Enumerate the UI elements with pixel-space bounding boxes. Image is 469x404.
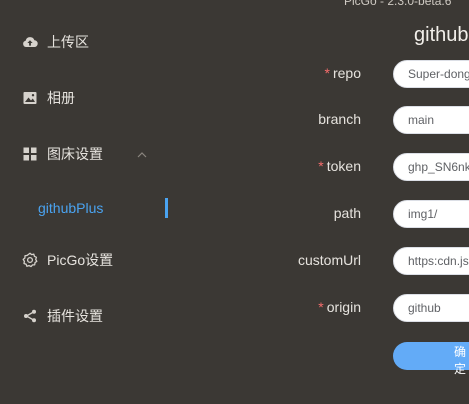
sidebar-item-label: PicGo设置 bbox=[47, 252, 114, 268]
share-icon bbox=[22, 308, 38, 324]
field-label: path bbox=[333, 205, 361, 221]
image-icon bbox=[22, 90, 38, 106]
origin-field[interactable] bbox=[393, 294, 469, 322]
sidebar-item-label: 上传区 bbox=[47, 34, 89, 50]
picgo-window: PicGo - 2.3.0-beta.6 上传区 相册 图床设置 githubP… bbox=[0, 0, 469, 404]
confirm-button[interactable]: 确定 bbox=[393, 342, 469, 376]
version-label: PicGo - 2.3.0-beta.6 bbox=[344, 0, 452, 8]
branch-field[interactable] bbox=[393, 106, 469, 134]
sidebar-item-label: 相册 bbox=[47, 90, 75, 106]
field-label: * repo bbox=[324, 65, 361, 81]
required-mark: * bbox=[318, 158, 324, 174]
sidebar-item-plugin-settings[interactable]: 插件设置 bbox=[0, 301, 180, 331]
chevron-up-icon[interactable] bbox=[136, 148, 148, 160]
customurl-field[interactable] bbox=[393, 247, 469, 275]
sidebar-item-picbed-settings[interactable]: 图床设置 bbox=[0, 139, 180, 169]
field-label: customUrl bbox=[297, 252, 361, 268]
required-mark: * bbox=[324, 65, 330, 81]
field-label: branch bbox=[318, 111, 361, 127]
sidebar-subitem-githubplus[interactable]: githubPlus bbox=[0, 193, 180, 223]
field-label: * origin bbox=[318, 299, 361, 315]
form-row-origin: * origin bbox=[180, 293, 469, 323]
path-field[interactable] bbox=[393, 200, 469, 228]
form-row-branch: branch bbox=[180, 105, 469, 135]
sidebar-item-label: 图床设置 bbox=[47, 146, 103, 162]
field-label: * token bbox=[318, 158, 361, 174]
active-indicator bbox=[165, 198, 168, 218]
gear-icon bbox=[22, 252, 38, 268]
page-title: githubPlus bbox=[414, 24, 469, 46]
form-row-customurl: customUrl bbox=[180, 246, 469, 276]
sidebar-item-label: 插件设置 bbox=[47, 308, 103, 324]
token-field[interactable] bbox=[393, 153, 469, 181]
sidebar-item-gallery[interactable]: 相册 bbox=[0, 83, 180, 113]
repo-field[interactable] bbox=[393, 60, 469, 88]
grid-icon bbox=[22, 146, 38, 162]
sidebar-item-upload[interactable]: 上传区 bbox=[0, 27, 180, 57]
form-row-path: path bbox=[180, 199, 469, 229]
sidebar: 上传区 相册 图床设置 githubPlus PicGo设置 插件设置 bbox=[0, 0, 180, 404]
form-row-repo: * repo bbox=[180, 59, 469, 89]
sidebar-item-picgo-settings[interactable]: PicGo设置 bbox=[0, 245, 180, 275]
sidebar-subitem-label: githubPlus bbox=[38, 200, 104, 216]
cloud-upload-icon bbox=[22, 34, 38, 50]
required-mark: * bbox=[318, 299, 324, 315]
form-row-token: * token bbox=[180, 152, 469, 182]
